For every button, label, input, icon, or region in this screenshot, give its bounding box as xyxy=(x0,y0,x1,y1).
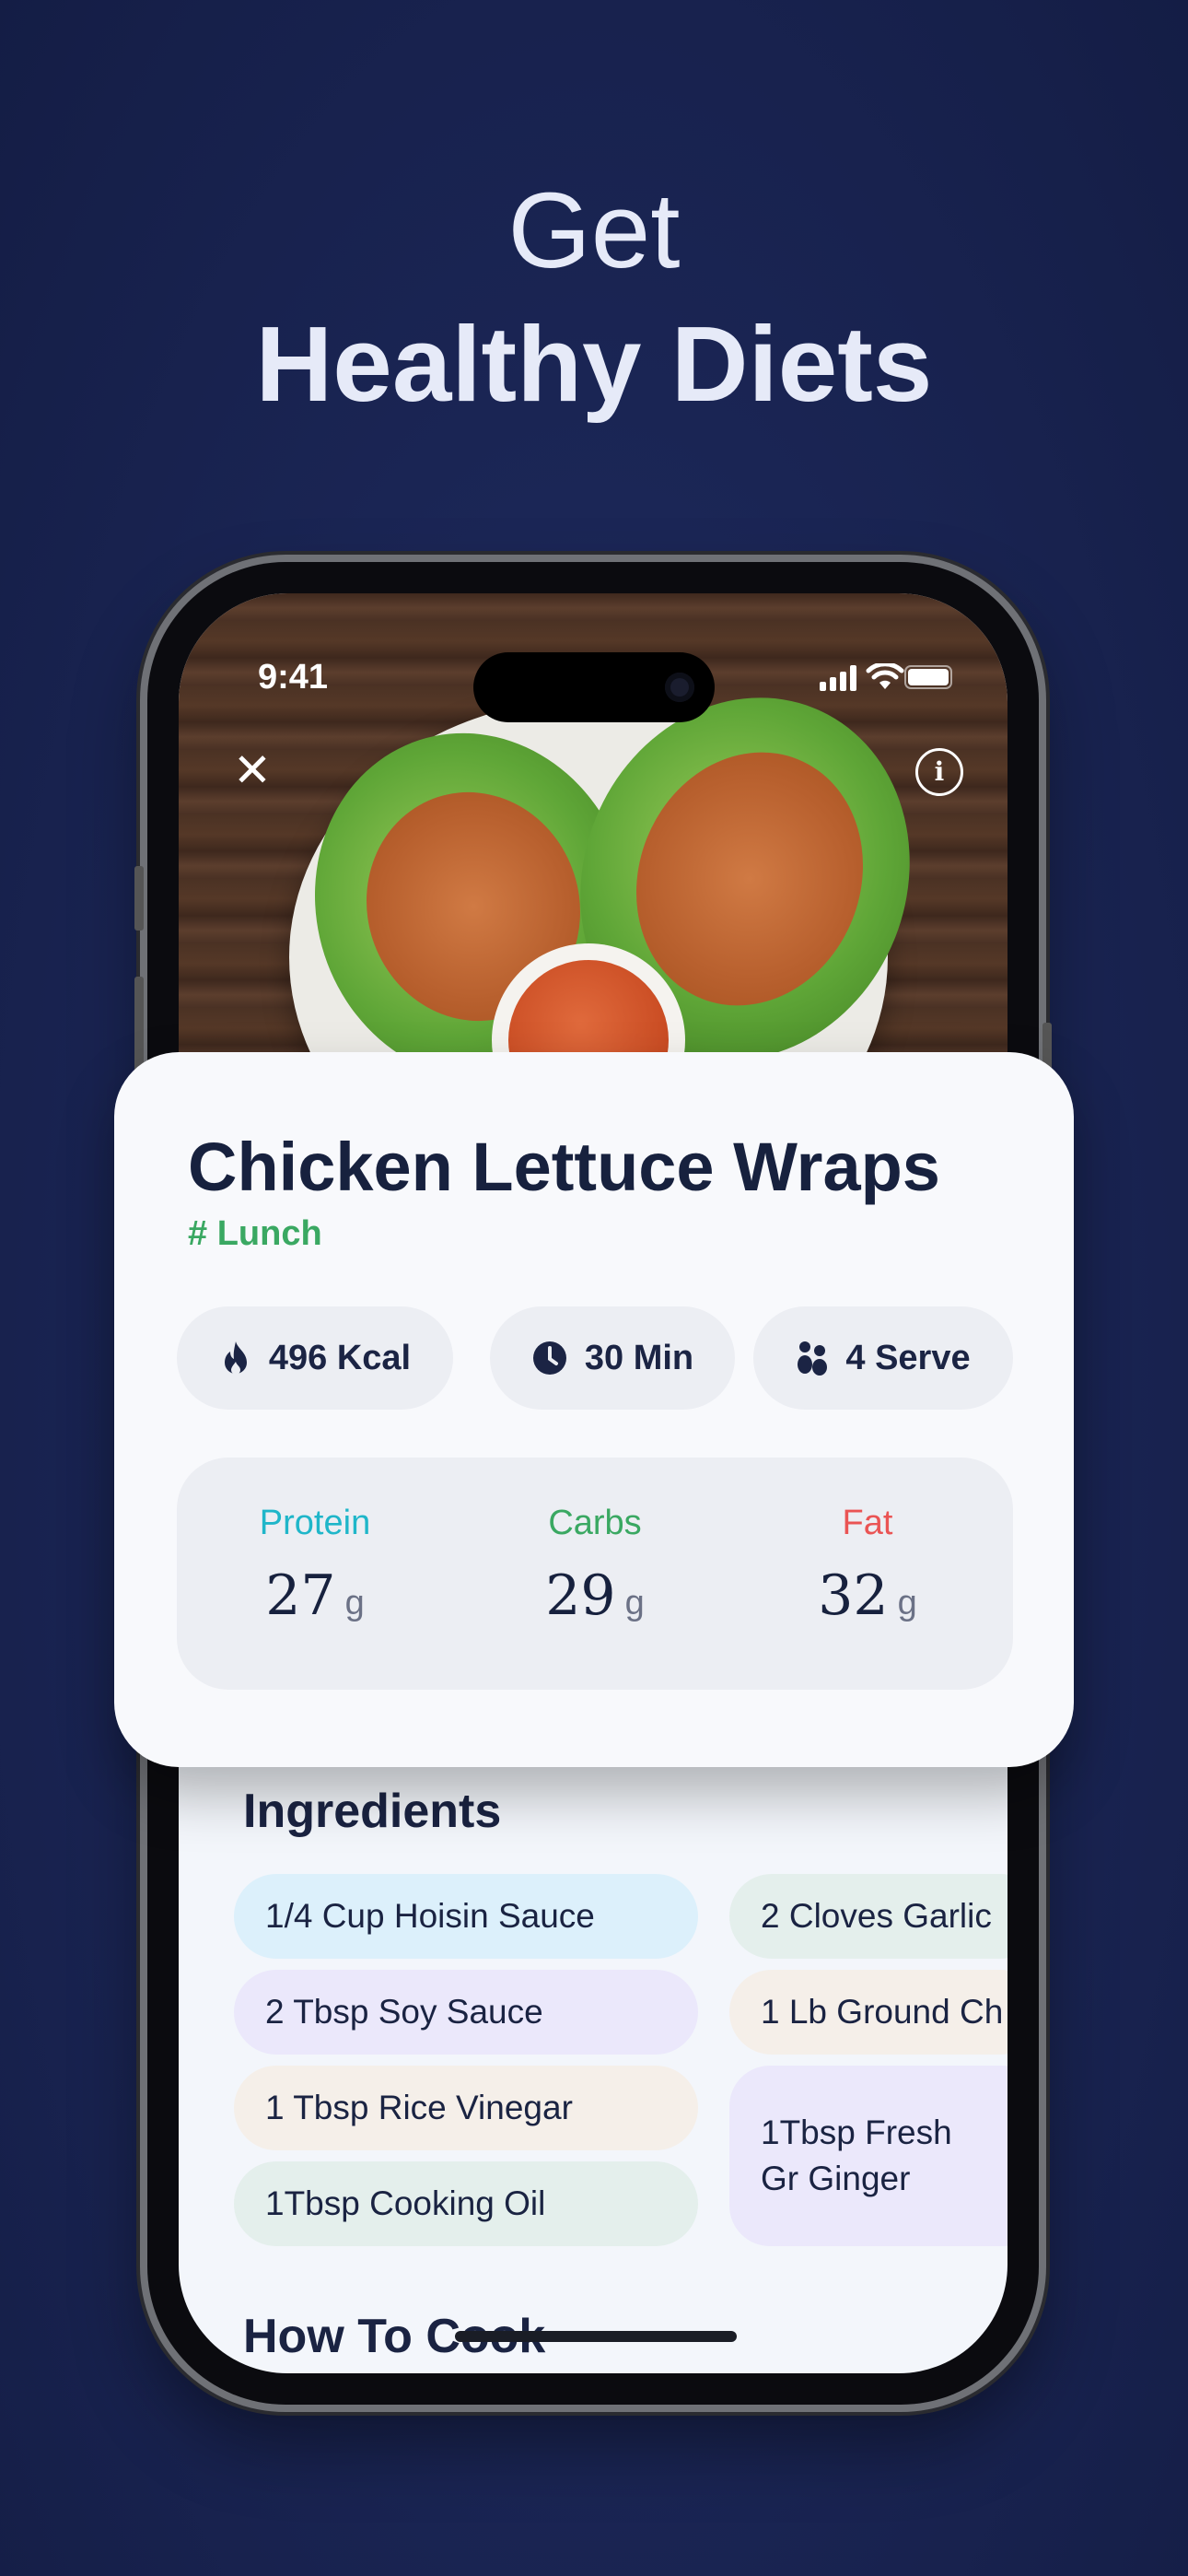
macro-unit: g xyxy=(624,1584,645,1622)
ingredient-pill[interactable]: 1 Lb Ground Ch xyxy=(729,1970,1007,2055)
macro-fat: Fat 32 g xyxy=(729,1504,1006,1628)
macro-protein: Protein 27 g xyxy=(177,1504,453,1628)
status-bar: 9:41 xyxy=(179,652,1007,722)
ingredient-label: 2 Tbsp Soy Sauce xyxy=(265,1993,543,2031)
headline-line-2: Healthy Diets xyxy=(255,304,933,424)
wifi-icon xyxy=(866,663,904,689)
ingredient-pill[interactable]: 1 Tbsp Rice Vinegar xyxy=(234,2066,698,2150)
macros-panel: Protein 27 g Carbs 29 g Fat 32 g xyxy=(177,1458,1013,1690)
close-icon[interactable]: ✕ xyxy=(225,743,280,798)
macro-value: 29 xyxy=(545,1563,616,1628)
servings-chip: 4 Serve xyxy=(753,1306,1013,1410)
macro-unit: g xyxy=(344,1584,365,1622)
home-indicator[interactable] xyxy=(455,2331,737,2342)
recipe-title: Chicken Lettuce Wraps xyxy=(188,1129,940,1205)
macro-carbs: Carbs 29 g xyxy=(457,1504,733,1628)
servings-label: 4 Serve xyxy=(845,1338,971,1377)
macro-value: 27 xyxy=(265,1563,336,1628)
servings-icon xyxy=(798,1341,828,1376)
ingredient-label: 1/4 Cup Hoisin Sauce xyxy=(265,1897,595,1935)
ingredient-label: 2 Cloves Garlic xyxy=(761,1897,992,1935)
macro-value: 32 xyxy=(818,1563,889,1628)
dynamic-island xyxy=(473,652,715,722)
ingredient-label: 1 Lb Ground Ch xyxy=(761,1993,1004,2031)
camera-icon xyxy=(665,673,694,702)
recipe-photo: 9:41 ✕ i xyxy=(179,593,1007,1215)
status-time: 9:41 xyxy=(258,658,329,697)
macro-label: Protein xyxy=(259,1504,371,1542)
macro-unit: g xyxy=(897,1584,917,1622)
battery-icon xyxy=(904,665,952,689)
phone-silent-switch xyxy=(134,866,144,931)
ingredient-label: 1Tbsp Cooking Oil xyxy=(265,2184,546,2222)
ingredient-pill[interactable]: 2 Tbsp Soy Sauce xyxy=(234,1970,698,2055)
flame-icon xyxy=(224,1341,247,1375)
macro-label: Carbs xyxy=(548,1504,642,1542)
ingredient-label: 1 Tbsp Rice Vinegar xyxy=(265,2089,573,2126)
macro-label: Fat xyxy=(842,1504,893,1542)
ingredient-label: 1Tbsp Fresh Gr Ginger xyxy=(761,2113,952,2197)
time-chip: 30 Min xyxy=(490,1306,735,1410)
clock-icon xyxy=(532,1341,566,1375)
headline-line-1: Get xyxy=(507,170,681,290)
ingredient-pill[interactable]: 1Tbsp Cooking Oil xyxy=(234,2161,698,2246)
calories-label: 496 Kcal xyxy=(268,1338,412,1377)
ingredients-title: Ingredients xyxy=(243,1785,502,1838)
ingredient-pill[interactable]: 2 Cloves Garlic xyxy=(729,1874,1007,1959)
recipe-tag[interactable]: # Lunch xyxy=(188,1214,322,1254)
calories-chip: 496 Kcal xyxy=(177,1306,453,1410)
headline: Get Healthy Diets xyxy=(0,166,1188,433)
time-label: 30 Min xyxy=(584,1338,694,1377)
info-icon[interactable]: i xyxy=(915,748,963,796)
ingredient-pill[interactable]: 1/4 Cup Hoisin Sauce xyxy=(234,1874,698,1959)
ingredient-pill[interactable]: 1Tbsp Fresh Gr Ginger xyxy=(729,2066,1007,2246)
signal-icon xyxy=(820,665,856,691)
recipe-card: Chicken Lettuce Wraps # Lunch 496 Kcal 3… xyxy=(114,1052,1074,1767)
